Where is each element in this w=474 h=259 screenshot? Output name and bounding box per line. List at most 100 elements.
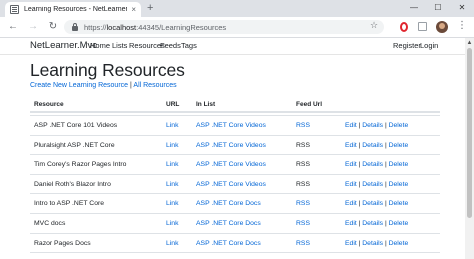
row-actions: Edit | Details | Delete (345, 122, 408, 129)
table-row: ASP .NET Core 101 Videos Link ASP .NET Cor… (30, 115, 440, 134)
action-separator: | (358, 180, 361, 188)
details-link[interactable]: Details (362, 200, 383, 207)
header-resource: Resource (34, 101, 64, 108)
action-separator: | (384, 161, 387, 169)
resource-feed[interactable]: RSS (296, 122, 310, 129)
tab-title: Learning Resources - NetLearner (24, 6, 128, 13)
nav-link-feeds[interactable]: Feeds (160, 41, 181, 50)
resource-feed[interactable]: RSS (296, 220, 310, 227)
row-actions: Edit | Details | Delete (345, 142, 408, 149)
resource-name: MVC docs (34, 220, 66, 227)
edit-link[interactable]: Edit (345, 220, 357, 227)
resource-list-link[interactable]: ASP .NET Core Docs (196, 240, 261, 247)
edit-link[interactable]: Edit (345, 142, 357, 149)
action-separator: | (384, 239, 387, 247)
details-link[interactable]: Details (362, 161, 383, 168)
close-tab-icon[interactable]: × (131, 5, 136, 14)
action-separator: | (358, 161, 361, 169)
action-separator: | (358, 122, 361, 129)
details-link[interactable]: Details (362, 220, 383, 227)
page-icon (10, 5, 19, 14)
register-link[interactable]: Register (393, 41, 421, 50)
scrollbar-thumb[interactable] (467, 48, 472, 218)
lock-icon (72, 22, 78, 31)
details-link[interactable]: Details (362, 240, 383, 247)
header-feed-url: Feed Url (296, 101, 323, 108)
refresh-icon[interactable]: ↻ (46, 20, 60, 34)
resource-url-link[interactable]: Link (166, 181, 178, 188)
address-bar[interactable]: https://localhost:44345/LearningResource… (64, 20, 384, 34)
extension-icon[interactable] (418, 22, 427, 31)
resource-list-link[interactable]: ASP .NET Core Videos (196, 142, 266, 149)
row-actions: Edit | Details | Delete (345, 200, 408, 207)
forward-icon[interactable]: → (26, 20, 40, 34)
scroll-up-icon[interactable]: ▲ (465, 38, 474, 47)
action-separator: | (384, 141, 387, 149)
resource-list-link[interactable]: ASP .NET Core Videos (196, 161, 266, 168)
action-separator: | (358, 220, 361, 227)
details-link[interactable]: Details (362, 122, 383, 129)
resource-url-link[interactable]: Link (166, 161, 178, 168)
resource-feed[interactable]: RSS (296, 240, 310, 247)
resource-list-link[interactable]: ASP .NET Core Docs (196, 220, 261, 227)
resource-name: Razor Pages Docs (34, 239, 91, 247)
table-row: Intro to ASP .NET Core Link ASP .NET Core … (30, 193, 440, 212)
row-actions: Edit | Details | Delete (345, 181, 408, 188)
action-separator: | (384, 180, 387, 188)
browser-menu-icon[interactable]: ⋮ (457, 21, 467, 31)
page-title: Learning Resources (30, 60, 185, 80)
resource-url-link[interactable]: Link (166, 122, 178, 129)
maximize-button[interactable]: ☐ (426, 0, 450, 15)
nav-link-tags[interactable]: Tags (181, 41, 197, 50)
action-separator: | (358, 239, 361, 247)
browser-toolbar: ← → ↻ https://localhost:44345/LearningRe… (0, 17, 474, 38)
table-row: Pluralsight ASP .NET Core Link ASP .NET Co… (30, 134, 440, 154)
details-link[interactable]: Details (362, 142, 383, 149)
nav-link-home[interactable]: Home (90, 41, 110, 50)
resource-url-link[interactable]: Link (166, 240, 178, 247)
table-row: Tim Corey's Razor Pages Intro Link ASP .NE… (30, 154, 440, 173)
action-separator: | (358, 200, 361, 208)
delete-link[interactable]: Delete (389, 240, 409, 247)
edit-link[interactable]: Edit (345, 181, 357, 188)
edit-link[interactable]: Edit (345, 200, 357, 207)
site-navbar: NetLearner.Mvc Home Lists Resources Feed… (0, 38, 465, 55)
delete-link[interactable]: Delete (389, 200, 409, 207)
table-row: Blazor DocsLinkASP .NET Core DocsRSSEdit… (30, 252, 440, 259)
bookmark-star-icon[interactable]: ☆ (370, 21, 378, 30)
close-window-button[interactable]: ✕ (450, 0, 474, 15)
delete-link[interactable]: Delete (389, 161, 409, 168)
delete-link[interactable]: Delete (389, 142, 409, 149)
details-link[interactable]: Details (362, 181, 383, 188)
resource-url-link[interactable]: Link (166, 200, 178, 207)
create-resource-link[interactable]: Create New Learning Resource (30, 82, 128, 89)
table-row: Razor Pages Docs Link ASP .NET Core Docs RS… (30, 232, 440, 252)
edit-link[interactable]: Edit (345, 122, 357, 129)
profile-avatar[interactable] (436, 21, 448, 33)
back-icon[interactable]: ← (6, 20, 20, 34)
resource-url-link[interactable]: Link (166, 220, 178, 227)
opera-extension-icon[interactable] (400, 22, 408, 32)
edit-link[interactable]: Edit (345, 161, 357, 168)
edit-link[interactable]: Edit (345, 240, 357, 247)
resource-list-link[interactable]: ASP .NET Core Videos (196, 122, 266, 129)
resource-feed: RSS (296, 161, 310, 169)
delete-link[interactable]: Delete (389, 220, 409, 227)
login-link[interactable]: Login (420, 41, 438, 50)
table-row: MVC docs Link ASP .NET Core Docs RSS Edit | … (30, 213, 440, 232)
resource-feed[interactable]: RSS (296, 200, 310, 207)
nav-link-lists[interactable]: Lists (112, 41, 127, 50)
delete-link[interactable]: Delete (389, 181, 409, 188)
site-brand[interactable]: NetLearner.Mvc (30, 40, 97, 51)
new-tab-button[interactable]: + (147, 2, 153, 15)
delete-link[interactable]: Delete (389, 122, 409, 129)
minimize-button[interactable]: — (402, 0, 426, 15)
resource-list-link[interactable]: ASP .NET Core Docs (196, 200, 261, 207)
browser-title-bar: Learning Resources - NetLearner × + — ☐ … (0, 0, 474, 17)
page-scrollbar[interactable]: ▲ (465, 38, 474, 259)
all-resources-link[interactable]: All Resources (133, 82, 176, 89)
resource-url-link[interactable]: Link (166, 142, 178, 149)
resource-list-link[interactable]: ASP .NET Core Videos (196, 181, 266, 188)
browser-tab[interactable]: Learning Resources - NetLearner × (5, 2, 141, 17)
link-separator: | (130, 82, 132, 89)
